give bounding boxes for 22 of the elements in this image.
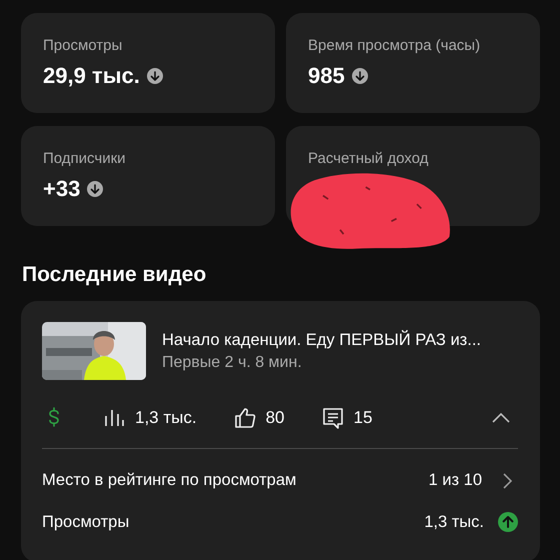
row-value: 1,3 тыс. bbox=[424, 512, 484, 532]
metric-label: Просмотры bbox=[43, 37, 122, 54]
video-title[interactable]: Начало каденции. Еду ПЕРВЫЙ РАЗ из... bbox=[162, 330, 482, 350]
comment-icon[interactable] bbox=[320, 406, 345, 430]
metric-value: 29,9 тыс. bbox=[43, 63, 140, 89]
metric-value: +33 bbox=[43, 176, 80, 202]
metric-label: Время просмотра (часы) bbox=[308, 37, 480, 54]
stat-value: 1,3 тыс. bbox=[135, 408, 197, 428]
row-label: Место в рейтинге по просмотрам bbox=[42, 471, 296, 490]
metric-card[interactable]: Время просмотра (часы) 985 bbox=[286, 13, 540, 113]
row-value: 1 из 10 bbox=[428, 471, 482, 490]
thumbs-up-icon[interactable] bbox=[232, 406, 257, 430]
section-heading: Последние видео bbox=[22, 263, 206, 287]
stat-value: 80 bbox=[266, 408, 285, 428]
video-subtitle: Первые 2 ч. 8 мин. bbox=[162, 354, 302, 372]
stat-value: 15 bbox=[354, 408, 372, 428]
row-label: Просмотры bbox=[42, 512, 130, 532]
metric-value: 985 bbox=[308, 63, 345, 89]
metric-label: Подписчики bbox=[43, 150, 126, 167]
metric-label: Расчетный доход bbox=[308, 150, 428, 167]
metric-card[interactable]: Просмотры 29,9 тыс. bbox=[21, 13, 275, 113]
metric-card[interactable]: Подписчики +33 bbox=[21, 126, 275, 226]
